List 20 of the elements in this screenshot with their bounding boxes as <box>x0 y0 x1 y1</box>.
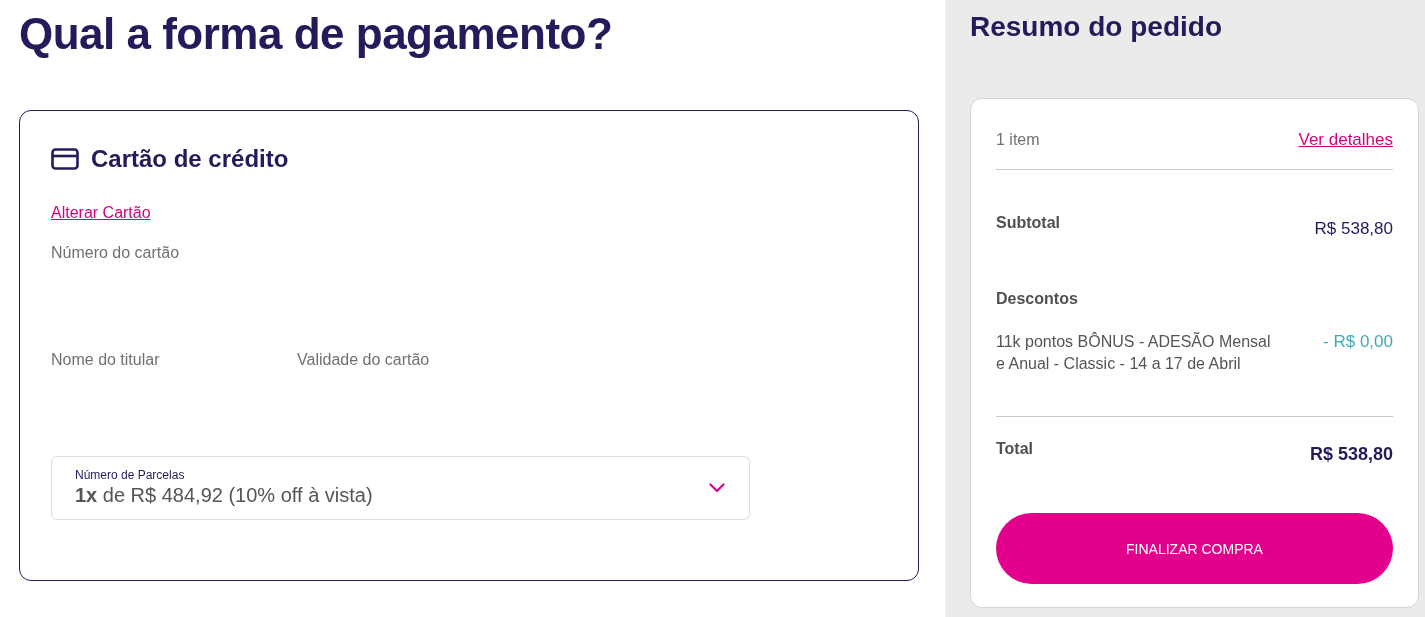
checkout-button[interactable]: FINALIZAR COMPRA <box>996 513 1393 584</box>
subtotal-label: Subtotal <box>996 213 1060 233</box>
discounts-label: Descontos <box>996 289 1078 309</box>
details-link[interactable]: Ver detalhes <box>1298 130 1393 150</box>
installments-select[interactable]: Número de Parcelas 1x de R$ 484,92 (10% off à vista) <box>51 456 750 520</box>
field-label: Número do cartão <box>51 243 180 263</box>
total-value: R$ 538,80 <box>1309 444 1393 464</box>
discount-description: 11k pontos BÔNUS - ADESÃO Mensal e Anual - Classic - 14 a 17 de Abril <box>996 331 1272 374</box>
subtotal-value: R$ 538,80 <box>1314 219 1393 239</box>
discount-value: - R$ 0,00 <box>1323 331 1393 353</box>
chevron-down-icon <box>709 483 725 493</box>
field-label: Nome do titular <box>51 350 160 370</box>
page-title: Qual a forma de pagamento? <box>19 8 613 60</box>
summary-title: Resumo do pedido <box>970 10 1222 44</box>
credit-card-icon <box>51 148 79 170</box>
item-count: 1 item <box>996 130 1040 150</box>
total-label: Total <box>996 439 1034 459</box>
field-label: Validade do cartão <box>297 350 430 370</box>
payment-method-title: Cartão de crédito <box>91 145 289 173</box>
change-card-link[interactable]: Alterar Cartão <box>51 203 151 223</box>
